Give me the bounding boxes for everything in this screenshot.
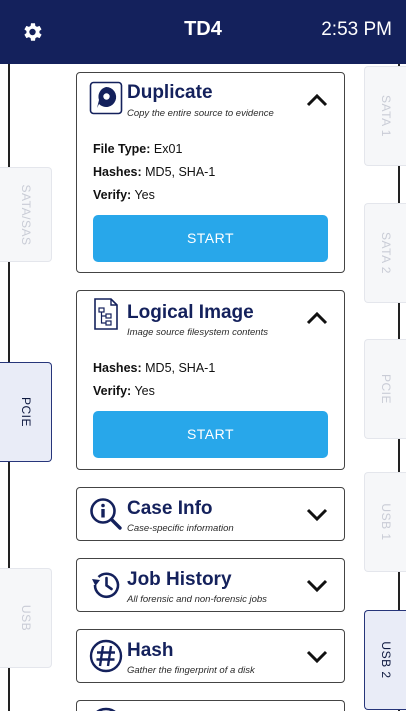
- detail-value: Yes: [134, 188, 155, 202]
- detail-key: Hashes:: [93, 165, 142, 179]
- chevron-down-icon[interactable]: [306, 579, 328, 593]
- left-tab-label: USB: [18, 604, 33, 632]
- right-tab-label: USB 2: [378, 641, 393, 679]
- detail-value: Ex01: [153, 142, 183, 156]
- detail-row: Verify: Yes: [93, 188, 155, 202]
- duplicate-subtitle: Copy the entire source to evidence: [127, 108, 274, 119]
- left-tab-label: SATA/SAS: [18, 184, 33, 245]
- top-bar: TD4 2:53 PM: [0, 0, 406, 64]
- detail-row: Verify: Yes: [93, 384, 155, 398]
- logical-image-start-button[interactable]: START: [93, 411, 328, 458]
- right-tab-sata-1[interactable]: SATA 1: [364, 66, 406, 166]
- detail-key: File Type:: [93, 142, 151, 156]
- history-icon: [92, 572, 120, 599]
- detail-key: Verify:: [93, 384, 132, 398]
- left-tab-usb[interactable]: USB: [0, 568, 52, 668]
- right-tab-usb-1[interactable]: USB 1: [364, 472, 406, 572]
- duplicate-card: Duplicate Copy the entire source to evid…: [76, 72, 345, 273]
- detail-row: File Type: Ex01: [93, 142, 182, 156]
- next-card-partial[interactable]: [76, 700, 345, 711]
- right-tab-label: SATA 1: [378, 95, 393, 137]
- job-history-title: Job History: [127, 569, 232, 590]
- chevron-down-icon[interactable]: [306, 508, 328, 522]
- left-tab-sata-sas[interactable]: SATA/SAS: [0, 167, 52, 262]
- hash-icon: [89, 639, 123, 673]
- detail-key: Verify:: [93, 188, 132, 202]
- detail-key: Hashes:: [93, 361, 142, 375]
- info-magnifier-icon: [90, 498, 122, 530]
- detail-value: Yes: [134, 384, 155, 398]
- detail-row: Hashes: MD5, SHA-1: [93, 165, 215, 179]
- hash-title: Hash: [127, 640, 174, 661]
- case-info-card[interactable]: Case Info Case-specific information: [76, 487, 345, 541]
- detail-row: Hashes: MD5, SHA-1: [93, 361, 215, 375]
- right-tab-usb-2[interactable]: USB 2: [364, 610, 406, 710]
- logical-image-title: Logical Image: [127, 302, 254, 323]
- left-tab-pcie[interactable]: PCIE: [0, 362, 52, 462]
- clock: 2:53 PM: [321, 19, 392, 40]
- partial-icon: [96, 707, 116, 711]
- hash-subtitle: Gather the fingerprint of a disk: [127, 665, 255, 676]
- logical-image-card: Logical Image Image source filesystem co…: [76, 290, 345, 470]
- logical-image-subtitle: Image source filesystem contents: [127, 327, 268, 338]
- case-info-subtitle: Case-specific information: [127, 523, 234, 534]
- chevron-up-icon[interactable]: [306, 311, 328, 325]
- chevron-up-icon[interactable]: [306, 93, 328, 107]
- detail-value: MD5, SHA-1: [145, 165, 216, 179]
- duplicate-title: Duplicate: [127, 82, 213, 103]
- detail-value: MD5, SHA-1: [145, 361, 216, 375]
- right-tab-label: SATA 2: [378, 232, 393, 274]
- right-tab-label: PCIE: [378, 373, 393, 405]
- right-tab-label: USB 1: [378, 503, 393, 541]
- duplicate-start-button[interactable]: START: [93, 215, 328, 262]
- job-history-card[interactable]: Job History All forensic and non-forensi…: [76, 558, 345, 612]
- right-tab-pcie[interactable]: PCIE: [364, 339, 406, 439]
- right-tab-sata-2[interactable]: SATA 2: [364, 203, 406, 303]
- file-tree-icon: [94, 298, 118, 330]
- left-tab-label: PCIE: [18, 396, 33, 428]
- chevron-down-icon[interactable]: [306, 650, 328, 664]
- job-history-subtitle: All forensic and non-forensic jobs: [127, 594, 267, 605]
- hash-card[interactable]: Hash Gather the fingerprint of a disk: [76, 629, 345, 683]
- case-info-title: Case Info: [127, 498, 213, 519]
- disk-icon: [89, 81, 123, 115]
